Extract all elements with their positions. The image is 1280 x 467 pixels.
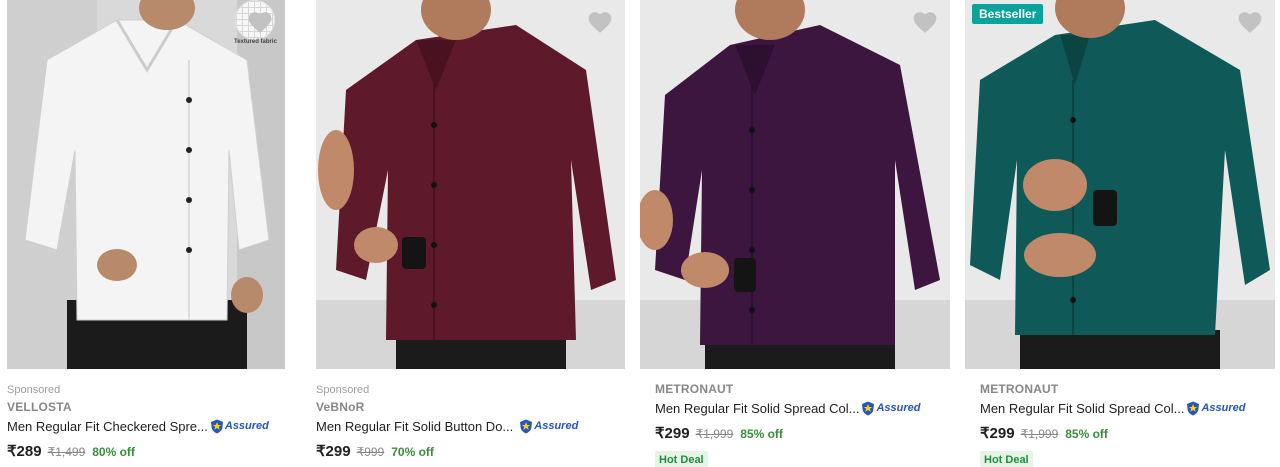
mrp: ₹1,999 <box>695 427 734 441</box>
brand-name: VeBNoR <box>316 400 365 414</box>
assured-text: Assured <box>876 402 921 414</box>
product-photo <box>7 0 285 369</box>
price: ₹289 <box>7 443 42 460</box>
price: ₹299 <box>980 425 1015 442</box>
sponsored-label: Sponsored <box>316 384 370 396</box>
mrp: ₹1,499 <box>47 445 86 459</box>
assured-badge: Assured <box>519 419 578 434</box>
wishlist-heart-icon[interactable] <box>912 10 938 34</box>
assured-shield-icon <box>520 419 533 433</box>
product-title[interactable]: Men Regular Fit Checkered Spre... <box>7 419 208 434</box>
wishlist-heart-icon[interactable] <box>247 10 273 34</box>
discount: 85% off <box>740 427 783 441</box>
assured-badge: Assured <box>861 401 921 416</box>
product-image[interactable]: Bestseller <box>965 0 1275 369</box>
product-image[interactable] <box>316 0 625 369</box>
assured-badge: Assured <box>1186 401 1246 416</box>
discount: 80% off <box>92 445 135 459</box>
brand-name: VELLOSTA <box>7 400 72 414</box>
product-card[interactable]: Textured fabric Sponsored VELLOSTA Men R… <box>7 0 285 462</box>
mrp: ₹999 <box>356 445 385 459</box>
wishlist-heart-icon[interactable] <box>587 10 613 34</box>
price: ₹299 <box>316 443 351 460</box>
mrp: ₹1,999 <box>1020 427 1059 441</box>
discount: 85% off <box>1065 427 1108 441</box>
product-card[interactable]: Bestseller METRONAUT Men Regular Fit Sol… <box>965 0 1275 467</box>
product-title[interactable]: Men Regular Fit Solid Spread Col... <box>655 401 859 416</box>
product-title[interactable]: Men Regular Fit Solid Spread Col... <box>980 401 1184 416</box>
assured-text: Assured <box>1201 402 1246 414</box>
product-image[interactable] <box>640 0 950 369</box>
brand-name: METRONAUT <box>980 382 1059 396</box>
product-image[interactable]: Textured fabric <box>7 0 285 369</box>
product-photo <box>640 0 950 369</box>
fabric-label: Textured fabric <box>234 39 277 45</box>
product-photo <box>965 0 1275 369</box>
assured-text: Assured <box>224 420 269 432</box>
assured-text: Assured <box>534 420 579 432</box>
product-title[interactable]: Men Regular Fit Solid Button Do... <box>316 419 513 434</box>
brand-name: METRONAUT <box>655 382 734 396</box>
price: ₹299 <box>655 425 690 442</box>
bestseller-badge: Bestseller <box>972 4 1044 24</box>
product-photo <box>316 0 625 369</box>
assured-badge: Assured <box>210 419 269 434</box>
assured-shield-icon <box>210 419 223 433</box>
assured-shield-icon <box>1187 401 1200 415</box>
product-card[interactable]: Sponsored VeBNoR Men Regular Fit Solid B… <box>316 0 625 462</box>
hot-deal-tag: Hot Deal <box>980 451 1033 467</box>
discount: 70% off <box>391 445 434 459</box>
product-card[interactable]: METRONAUT Men Regular Fit Solid Spread C… <box>640 0 950 467</box>
sponsored-label: Sponsored <box>7 384 61 396</box>
assured-shield-icon <box>862 401 875 415</box>
hot-deal-tag: Hot Deal <box>655 451 708 467</box>
wishlist-heart-icon[interactable] <box>1237 10 1263 34</box>
